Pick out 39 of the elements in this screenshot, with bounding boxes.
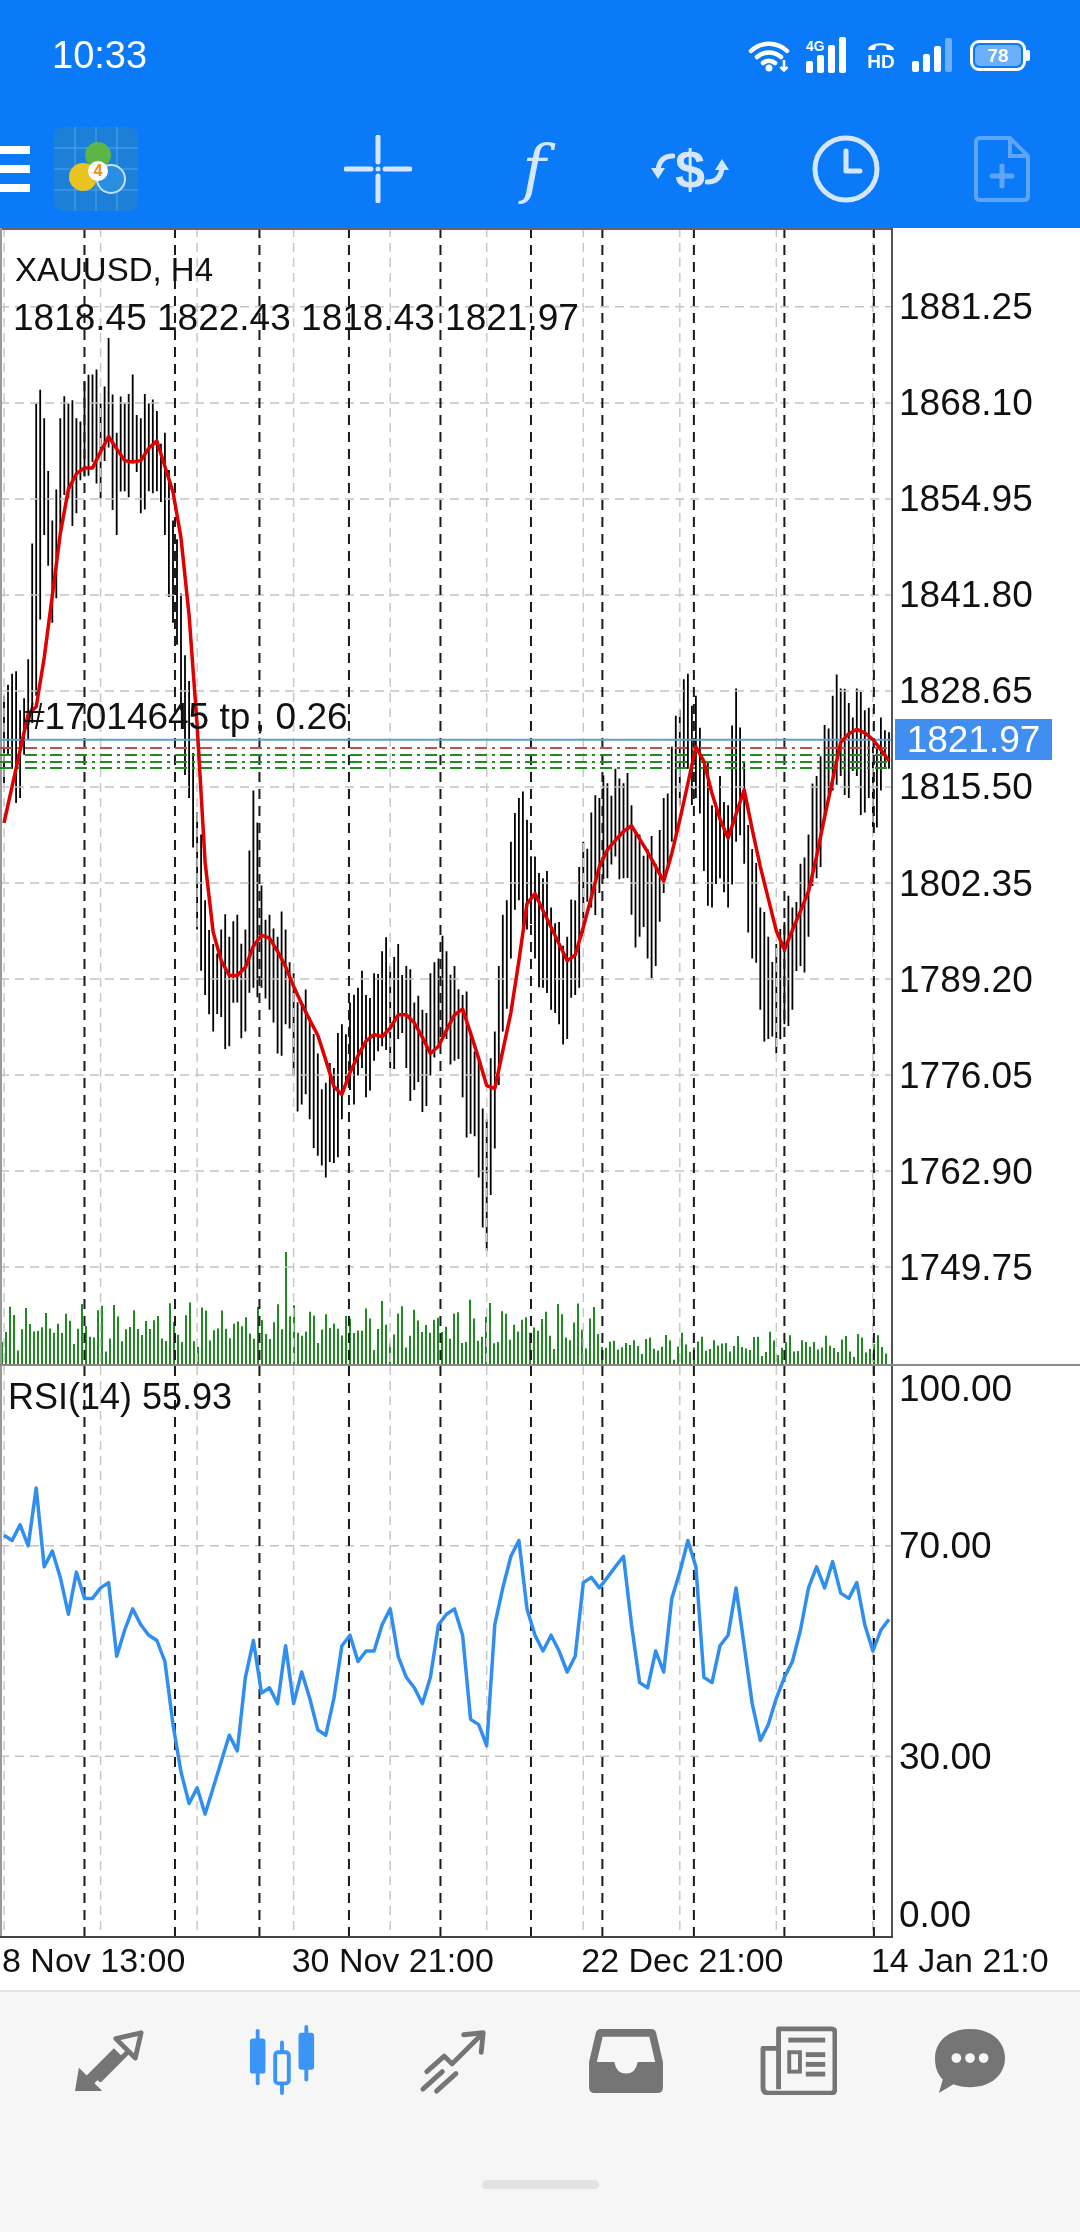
battery-percent: 78 — [987, 45, 1009, 65]
function-button[interactable]: f — [484, 119, 584, 219]
chart-symbol-title: XAUUSD, H4 — [15, 253, 214, 286]
price-axis-label: 1854.95 — [899, 477, 1033, 521]
app-logo-icon — [54, 127, 138, 211]
rsi-axis-label: 30.00 — [899, 1734, 992, 1779]
price-axis-label: 1881.25 — [899, 285, 1033, 329]
document-plus-icon — [974, 136, 1030, 202]
time-axis-label: 30 Nov 21:00 — [291, 1943, 494, 1977]
price-axis-label: 1776.05 — [899, 1053, 1033, 1098]
status-time: 10:33 — [52, 36, 148, 74]
signal-icon — [912, 38, 954, 72]
newspaper-icon — [759, 2025, 837, 2095]
ohlc-values: 1818.45 1822.43 1818.43 1821.97 — [13, 299, 579, 336]
currency-exchange-button[interactable]: $ — [640, 119, 740, 219]
menu-icon — [0, 146, 30, 192]
clock-icon — [812, 135, 880, 203]
price-axis-label: 1868.10 — [899, 381, 1033, 425]
time-axis-label: 8 Nov 13:00 — [2, 1943, 186, 1977]
rsi-axis-label: 70.00 — [899, 1524, 992, 1568]
price-axis-label: 1762.90 — [899, 1149, 1033, 1194]
menu-button[interactable] — [0, 146, 30, 192]
order-label: , 0.26 — [255, 698, 348, 735]
price-axis-label: 1789.20 — [899, 957, 1033, 1001]
price-axis-label: 1828.65 — [899, 669, 1033, 713]
current-price-tag: 1821.97 — [895, 719, 1052, 761]
network-type-label: 4G — [806, 39, 825, 53]
price-axis-label: 1749.75 — [899, 1245, 1033, 1290]
price-axis-label: 1841.80 — [899, 573, 1033, 617]
hd-label: HD — [867, 52, 895, 71]
rsi-axis-label: 100.00 — [899, 1366, 1013, 1410]
rsi-title: RSI(14) 55.93 — [8, 1379, 233, 1415]
price-axis-label: 1802.35 — [899, 861, 1033, 905]
logo-number: 4 — [92, 161, 104, 181]
price-axis-label: 1815.50 — [899, 765, 1033, 809]
crosshair-icon — [344, 135, 412, 203]
rsi-axis-label: 0.00 — [899, 1892, 971, 1936]
time-axis-label: 14 Jan 21:0 — [870, 1943, 1049, 1977]
time-axis-label: 22 Dec 21:00 — [581, 1943, 784, 1977]
